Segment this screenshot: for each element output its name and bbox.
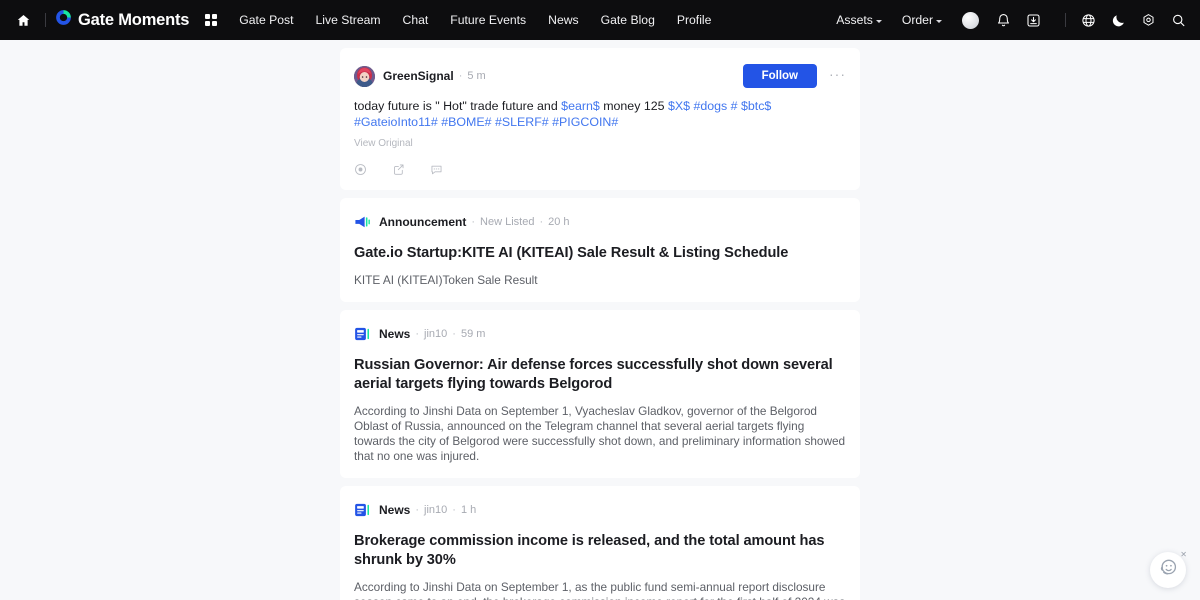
comment-icon[interactable] [430, 163, 443, 176]
post-more-options-icon[interactable]: ··· [829, 67, 846, 84]
meta-separator: · [415, 504, 420, 516]
news-doc-icon [354, 502, 371, 518]
post-cashtag-earn[interactable]: $earn$ [561, 99, 600, 113]
nav-item-chat[interactable]: Chat [403, 13, 429, 27]
top-navigation-bar: Gate Moments Gate Post Live Stream Chat … [0, 0, 1200, 40]
header-left-group: Gate Moments Gate Post Live Stream Chat … [10, 7, 711, 33]
chevron-down-icon [875, 19, 882, 23]
gate-logo-icon [55, 9, 72, 31]
meta-separator: · [458, 70, 463, 82]
news-summary: According to Jinshi Data on September 1,… [354, 404, 846, 463]
news-summary: According to Jinshi Data on September 1,… [354, 580, 846, 600]
announcement-source: Announcement [379, 215, 467, 229]
megaphone-icon [354, 214, 371, 230]
post-card-news[interactable]: News · jin10 · 59 m Russian Governor: Ai… [340, 310, 860, 478]
post-timestamp: 5 m [467, 70, 486, 82]
meta-separator: · [415, 328, 420, 340]
nav-item-news[interactable]: News [548, 13, 578, 27]
news-tag[interactable]: jin10 [424, 504, 447, 516]
brand-logo-group[interactable]: Gate Moments [55, 9, 189, 31]
reward-icon[interactable] [354, 163, 367, 176]
home-icon[interactable] [10, 7, 36, 33]
assets-menu[interactable]: Assets [836, 13, 882, 27]
view-original-link[interactable]: View Original [354, 138, 846, 149]
meta-separator: · [539, 216, 544, 228]
moon-dark-mode-icon[interactable] [1111, 13, 1126, 28]
nav-item-profile[interactable]: Profile [677, 13, 712, 27]
post-username[interactable]: GreenSignal [383, 69, 454, 83]
support-chat-icon [1158, 557, 1179, 583]
bell-icon[interactable] [996, 13, 1011, 28]
globe-language-icon[interactable] [1081, 13, 1096, 28]
follow-button[interactable]: Follow [742, 64, 817, 88]
nav-item-gate-blog[interactable]: Gate Blog [601, 13, 655, 27]
meta-separator: · [452, 504, 456, 516]
news-timestamp: 1 h [460, 504, 477, 516]
chevron-down-icon [936, 19, 942, 23]
close-icon[interactable]: ✕ [1180, 551, 1187, 559]
news-tag[interactable]: jin10 [424, 328, 447, 340]
header-divider [45, 13, 46, 27]
meta-separator: · [452, 328, 456, 340]
support-chat-button[interactable]: ✕ [1150, 551, 1187, 588]
nav-item-gate-post[interactable]: Gate Post [239, 13, 293, 27]
announcement-header: Announcement · New Listed · 20 h [354, 214, 846, 230]
feed-container: GreenSignal · 5 m Follow ··· today futur… [340, 40, 860, 600]
meta-separator: · [471, 216, 476, 228]
news-header: News · jin10 · 59 m [354, 326, 846, 342]
news-source: News [379, 327, 411, 341]
post-actions [354, 163, 846, 176]
search-icon[interactable] [1171, 13, 1186, 28]
announcement-summary: KITE AI (KITEAI)Token Sale Result [354, 273, 538, 287]
post-text-segment: money 125 [599, 99, 668, 113]
post-header: GreenSignal · 5 m Follow ··· [354, 64, 846, 88]
post-card-announcement[interactable]: Announcement · New Listed · 20 h Gate.io… [340, 198, 860, 302]
header-right-group: Assets Order [836, 11, 1186, 29]
apps-grid-icon[interactable] [205, 14, 218, 26]
settings-gear-icon[interactable] [1141, 13, 1156, 28]
assets-menu-label: Assets [836, 13, 873, 27]
nav-item-live-stream[interactable]: Live Stream [316, 13, 381, 27]
order-menu[interactable]: Order [902, 13, 942, 27]
news-title[interactable]: Brokerage commission income is released,… [354, 532, 846, 570]
nav-item-future-events[interactable]: Future Events [450, 13, 526, 27]
announcement-tag[interactable]: New Listed [480, 216, 534, 228]
announcement-title[interactable]: Gate.io Startup:KITE AI (KITEAI) Sale Re… [354, 244, 846, 263]
avatar[interactable] [354, 65, 375, 87]
user-avatar-icon[interactable] [962, 11, 979, 29]
post-card-news[interactable]: News · jin10 · 1 h Brokerage commission … [340, 486, 860, 600]
news-title[interactable]: Russian Governor: Air defense forces suc… [354, 356, 846, 394]
main-nav: Gate Post Live Stream Chat Future Events… [239, 13, 711, 27]
news-summary-text: According to Jinshi Data on September 1,… [354, 580, 845, 600]
order-menu-label: Order [901, 13, 933, 27]
news-header: News · jin10 · 1 h [354, 502, 846, 518]
header-divider-right [1065, 13, 1066, 27]
post-body: today future is " Hot" trade future and … [354, 99, 846, 130]
post-text-segment: today future is " Hot" trade future and [354, 99, 562, 113]
news-source: News [379, 503, 411, 517]
post-card-user[interactable]: GreenSignal · 5 m Follow ··· today futur… [340, 48, 860, 190]
brand-name: Gate Moments [78, 10, 190, 29]
share-icon[interactable] [392, 163, 405, 176]
news-timestamp: 59 m [460, 328, 486, 340]
download-app-icon[interactable] [1026, 13, 1041, 28]
announcement-timestamp: 20 h [548, 216, 570, 228]
news-doc-icon [354, 326, 371, 342]
